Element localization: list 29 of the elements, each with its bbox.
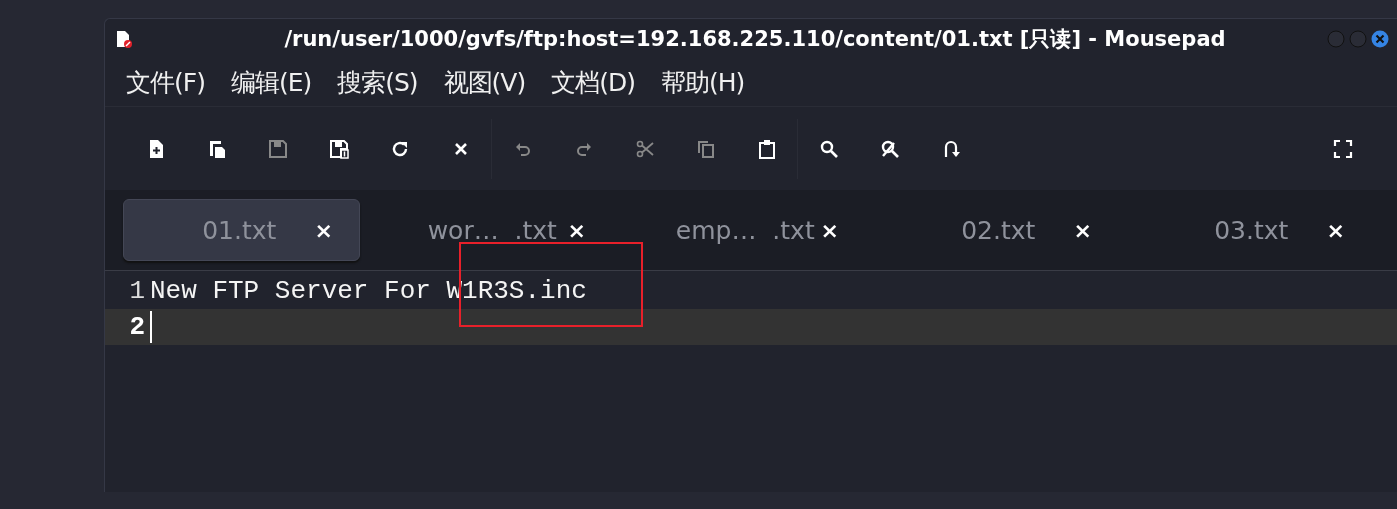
find-replace-icon	[879, 138, 900, 159]
file-tab[interactable]: wor… .txt ×	[376, 199, 613, 261]
menu-item[interactable]: 搜索(S)	[327, 65, 434, 99]
menu-item[interactable]: 帮助(H)	[650, 65, 761, 99]
menu-item[interactable]: 视图(V)	[433, 65, 542, 99]
tab-close-button[interactable]: ×	[1073, 217, 1092, 243]
line-number: 2	[128, 312, 146, 342]
menu-item[interactable]: 文档(D)	[541, 65, 651, 99]
search-icon	[818, 138, 839, 159]
window-title: /run/user/1000/gvfs/ftp:host=192.168.225.110/content/01.txt [只读] - Mousepad	[283, 25, 1227, 53]
save-as-icon	[328, 138, 349, 159]
save-icon	[267, 138, 288, 159]
text-cursor	[150, 311, 152, 343]
file-tab[interactable]: 02.txt ×	[882, 199, 1119, 261]
tab-close-button[interactable]: ×	[1326, 217, 1345, 243]
scissors-icon	[634, 138, 655, 159]
fullscreen-icon	[1332, 138, 1353, 159]
tab-close-button[interactable]: ×	[820, 217, 839, 243]
menu-item[interactable]: 编辑(E)	[220, 65, 328, 99]
file-tab[interactable]: emp… .txt ×	[629, 199, 866, 261]
file-tab[interactable]: 01.txt ×	[123, 199, 360, 261]
file-tab[interactable]: 03.txt ×	[1135, 199, 1372, 261]
clipboard-icon	[756, 138, 777, 159]
document-icon	[115, 29, 133, 48]
tab-close-button[interactable]: ×	[567, 217, 586, 243]
line-number: 1	[128, 276, 146, 306]
copy-icon	[695, 138, 716, 159]
tab-close-button[interactable]: ×	[314, 217, 333, 243]
menu-item[interactable]: 文件(F)	[116, 65, 221, 99]
